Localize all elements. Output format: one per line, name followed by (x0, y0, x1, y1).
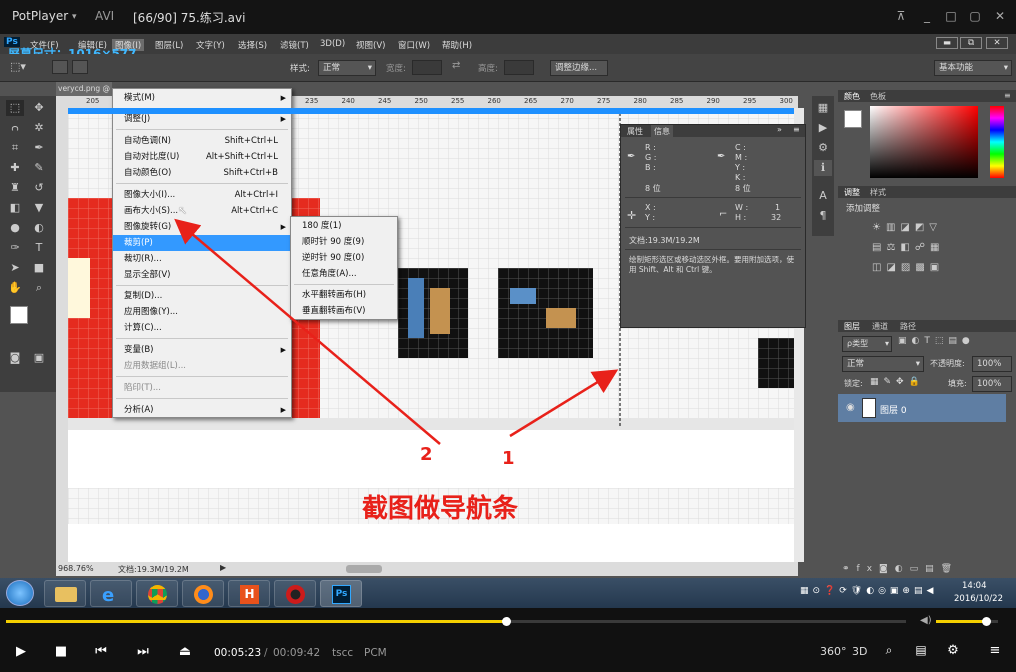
chrome-icon[interactable] (136, 580, 178, 607)
menu-hamburger-icon[interactable]: ≡ (986, 643, 1004, 658)
tray-icons[interactable]: ▦⊙❓⟳🛡◐◎▣⊕▤◀ (800, 586, 937, 596)
previous-icon[interactable]: ⏮ (92, 644, 110, 659)
seek-handle[interactable] (501, 617, 511, 626)
arrow-2 (174, 218, 441, 445)
eject-icon[interactable]: ⏏ (176, 644, 194, 659)
volume-handle[interactable] (981, 617, 991, 626)
playlist-icon[interactable]: ▤ (912, 643, 930, 657)
arrow-label-2: 2 (420, 444, 433, 465)
volume-icon[interactable]: ◀) (920, 615, 932, 626)
format-label: AVI (95, 9, 115, 23)
volume-fill (936, 620, 986, 623)
stop-icon[interactable]: ■ (52, 644, 70, 659)
pin-icon[interactable]: ⊼ (894, 9, 908, 23)
start-orb-icon[interactable] (6, 580, 34, 606)
clock-time: 14:04 (962, 581, 987, 591)
time-separator: / (264, 647, 268, 659)
next-icon[interactable]: ⏭ (134, 644, 152, 659)
chevron-down-icon[interactable]: ▾ (72, 12, 77, 22)
restore-icon[interactable]: □ (944, 9, 958, 23)
arrow-1 (509, 369, 619, 438)
opera-icon[interactable] (274, 580, 316, 607)
seek-fill (6, 620, 506, 623)
zoom-mode-icon[interactable]: ⌕ (880, 643, 898, 658)
explorer-icon[interactable] (44, 580, 86, 607)
caption-overlay: 截图做导航条 (362, 494, 519, 524)
settings-gear-icon[interactable]: ⚙ (944, 643, 962, 658)
close-icon[interactable]: ✕ (993, 9, 1007, 23)
time-current: 00:05:23 (214, 647, 262, 659)
play-icon[interactable]: ▶ (12, 644, 30, 659)
ie-icon[interactable]: e (90, 580, 132, 607)
maximize-icon[interactable]: ▢ (968, 9, 982, 23)
mode-3d-button[interactable]: 3D (852, 645, 867, 658)
player-app-name[interactable]: PotPlayer (12, 9, 68, 23)
mode-360-button[interactable]: 360° (820, 645, 847, 658)
seek-track[interactable] (6, 620, 906, 623)
hbuilder-icon[interactable]: H (228, 580, 270, 607)
player-controls: ◀) ▶ ■ ⏮ ⏭ ⏏ 00:05:23 / 00:09:42 tscc PC… (0, 608, 1016, 672)
player-title-bar: PotPlayer ▾ AVI [66/90] 75.练习.avi ⊼ _ □ … (0, 0, 1016, 34)
photoshop-window: Ps 文件(F) 编辑(E) 图像(I) 图层(L) 文字(Y) 选择(S) 滤… (0, 34, 1016, 578)
arrow-label-1: 1 (502, 448, 515, 469)
time-total: 00:09:42 (273, 647, 321, 659)
windows-taskbar: e H Ps ▦⊙❓⟳🛡◐◎▣⊕▤◀ 14:04 2016/10/22 (0, 578, 1016, 608)
file-title: [66/90] 75.练习.avi (133, 11, 246, 25)
photoshop-taskbar-icon[interactable]: Ps (320, 580, 362, 607)
clock-date: 2016/10/22 (954, 594, 1003, 604)
firefox-icon[interactable] (182, 580, 224, 607)
ruler-highlight-bar (68, 108, 794, 114)
codec-badge[interactable]: tscc (332, 647, 353, 659)
minimize-min-icon[interactable]: _ (920, 9, 934, 23)
audio-badge[interactable]: PCM (364, 647, 387, 659)
